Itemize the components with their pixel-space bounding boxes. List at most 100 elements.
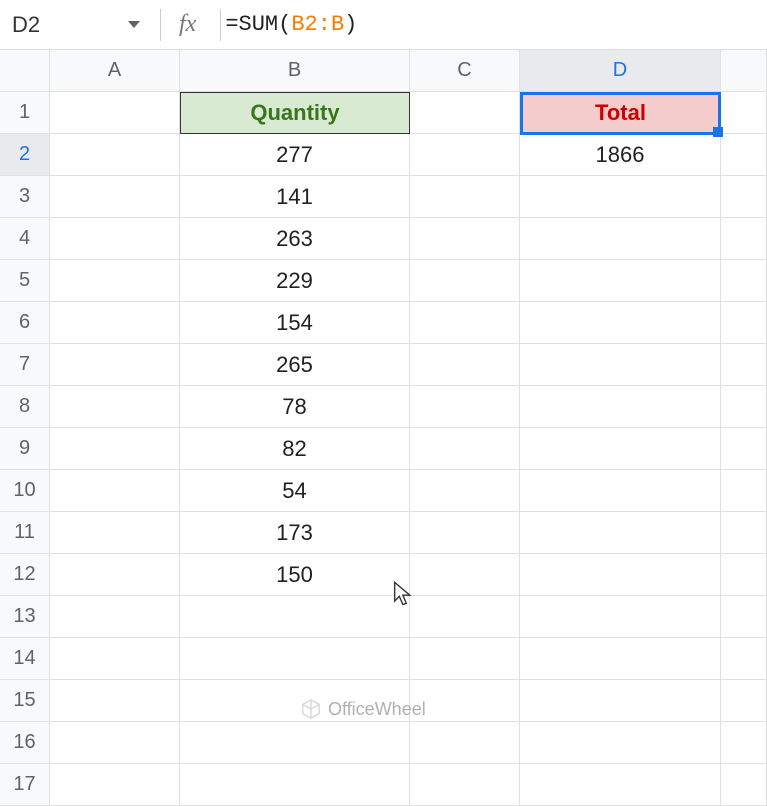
cell-C11[interactable] (410, 512, 520, 554)
cell-D6[interactable] (520, 302, 721, 344)
cell-A17[interactable] (50, 764, 180, 806)
cell-A6[interactable] (50, 302, 180, 344)
row-header[interactable]: 4 (0, 218, 50, 260)
cell-C10[interactable] (410, 470, 520, 512)
col-header-C[interactable]: C (410, 50, 520, 92)
col-header-A[interactable]: A (50, 50, 180, 92)
select-all-corner[interactable] (0, 50, 50, 92)
row-header[interactable]: 16 (0, 722, 50, 764)
cell-C7[interactable] (410, 344, 520, 386)
cell-A4[interactable] (50, 218, 180, 260)
col-header-E[interactable] (721, 50, 767, 92)
cell-A14[interactable] (50, 638, 180, 680)
cell-B4[interactable]: 263 (180, 218, 410, 260)
row-header[interactable]: 15 (0, 680, 50, 722)
cell-A10[interactable] (50, 470, 180, 512)
cell-D4[interactable] (520, 218, 721, 260)
cell-E9[interactable] (721, 428, 767, 470)
row-header[interactable]: 3 (0, 176, 50, 218)
cell-C16[interactable] (410, 722, 520, 764)
cell-E4[interactable] (721, 218, 767, 260)
cell-C14[interactable] (410, 638, 520, 680)
cell-C15[interactable] (410, 680, 520, 722)
row-header[interactable]: 9 (0, 428, 50, 470)
cell-D10[interactable] (520, 470, 721, 512)
cell-E14[interactable] (721, 638, 767, 680)
row-header[interactable]: 1 (0, 92, 50, 134)
cell-D1[interactable]: Total (520, 92, 721, 134)
cell-B11[interactable]: 173 (180, 512, 410, 554)
cell-E1[interactable] (721, 92, 767, 134)
cell-B1[interactable]: Quantity (180, 92, 410, 134)
cell-E13[interactable] (721, 596, 767, 638)
cell-B13[interactable] (180, 596, 410, 638)
cell-C12[interactable] (410, 554, 520, 596)
cell-D7[interactable] (520, 344, 721, 386)
cell-A2[interactable] (50, 134, 180, 176)
cell-A13[interactable] (50, 596, 180, 638)
cell-A8[interactable] (50, 386, 180, 428)
cell-D14[interactable] (520, 638, 721, 680)
cell-C5[interactable] (410, 260, 520, 302)
cell-B16[interactable] (180, 722, 410, 764)
cell-B3[interactable]: 141 (180, 176, 410, 218)
cell-D16[interactable] (520, 722, 721, 764)
row-header[interactable]: 7 (0, 344, 50, 386)
cell-E2[interactable] (721, 134, 767, 176)
cell-E7[interactable] (721, 344, 767, 386)
row-header[interactable]: 5 (0, 260, 50, 302)
cell-B9[interactable]: 82 (180, 428, 410, 470)
cell-B6[interactable]: 154 (180, 302, 410, 344)
cell-C1[interactable] (410, 92, 520, 134)
row-header[interactable]: 17 (0, 764, 50, 806)
cell-A15[interactable] (50, 680, 180, 722)
cell-D2[interactable]: 1866 (520, 134, 721, 176)
cell-B14[interactable] (180, 638, 410, 680)
cell-E10[interactable] (721, 470, 767, 512)
cell-A5[interactable] (50, 260, 180, 302)
cell-C2[interactable] (410, 134, 520, 176)
cell-C4[interactable] (410, 218, 520, 260)
cell-A12[interactable] (50, 554, 180, 596)
cell-A7[interactable] (50, 344, 180, 386)
cell-D9[interactable] (520, 428, 721, 470)
row-header[interactable]: 10 (0, 470, 50, 512)
cell-B17[interactable] (180, 764, 410, 806)
cell-A16[interactable] (50, 722, 180, 764)
row-header[interactable]: 2 (0, 134, 50, 176)
cell-E5[interactable] (721, 260, 767, 302)
cell-C17[interactable] (410, 764, 520, 806)
cell-C9[interactable] (410, 428, 520, 470)
row-header[interactable]: 11 (0, 512, 50, 554)
cell-E16[interactable] (721, 722, 767, 764)
cell-B5[interactable]: 229 (180, 260, 410, 302)
cell-D12[interactable] (520, 554, 721, 596)
cell-C8[interactable] (410, 386, 520, 428)
row-header[interactable]: 6 (0, 302, 50, 344)
cell-E8[interactable] (721, 386, 767, 428)
row-header[interactable]: 12 (0, 554, 50, 596)
col-header-D[interactable]: D (520, 50, 721, 92)
row-header[interactable]: 13 (0, 596, 50, 638)
cell-B8[interactable]: 78 (180, 386, 410, 428)
cell-B10[interactable]: 54 (180, 470, 410, 512)
cell-D15[interactable] (520, 680, 721, 722)
cell-A11[interactable] (50, 512, 180, 554)
cell-C6[interactable] (410, 302, 520, 344)
col-header-B[interactable]: B (180, 50, 410, 92)
cell-D13[interactable] (520, 596, 721, 638)
cell-C3[interactable] (410, 176, 520, 218)
name-box[interactable]: D2 (8, 12, 108, 38)
cell-E6[interactable] (721, 302, 767, 344)
cell-D11[interactable] (520, 512, 721, 554)
cell-D8[interactable] (520, 386, 721, 428)
cell-E11[interactable] (721, 512, 767, 554)
cell-A1[interactable] (50, 92, 180, 134)
formula-input[interactable]: =SUM(B2:B) (221, 12, 759, 37)
row-header[interactable]: 14 (0, 638, 50, 680)
cell-B7[interactable]: 265 (180, 344, 410, 386)
cell-D5[interactable] (520, 260, 721, 302)
cell-B12[interactable]: 150 (180, 554, 410, 596)
cell-E3[interactable] (721, 176, 767, 218)
cell-E17[interactable] (721, 764, 767, 806)
